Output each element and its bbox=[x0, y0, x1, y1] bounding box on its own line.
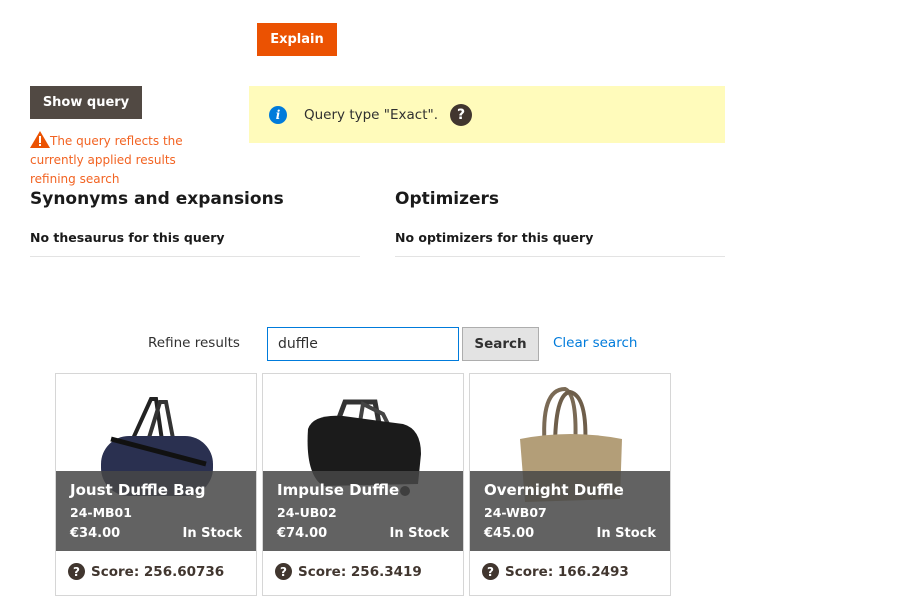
product-name[interactable]: Overnight Duffle bbox=[484, 481, 656, 499]
product-info: Overnight Duffle 24-WB07 €45.00 In Stock bbox=[470, 471, 670, 551]
product-name[interactable]: Joust Duffle Bag bbox=[70, 481, 242, 499]
notice-text: Query type "Exact". bbox=[304, 106, 438, 123]
product-card[interactable]: Impulse Duffle 24-UB02 €74.00 In Stock ? S… bbox=[262, 373, 464, 596]
product-score: ? Score: 256.60736 bbox=[68, 563, 224, 580]
explain-button[interactable]: Explain bbox=[257, 23, 337, 56]
product-price: €74.00 bbox=[277, 526, 328, 541]
synonyms-text: No thesaurus for this query bbox=[30, 230, 225, 245]
product-info: Joust Duffle Bag 24-MB01 €34.00 In Stock bbox=[56, 471, 256, 551]
optimizers-text: No optimizers for this query bbox=[395, 230, 594, 245]
divider bbox=[395, 256, 725, 257]
show-query-button[interactable]: Show query bbox=[30, 86, 142, 119]
clear-search-link[interactable]: Clear search bbox=[553, 335, 637, 351]
optimizers-title: Optimizers bbox=[395, 189, 500, 209]
score-text: Score: 256.60736 bbox=[91, 563, 225, 580]
product-sku: 24-MB01 bbox=[70, 505, 132, 520]
product-sku: 24-WB07 bbox=[484, 505, 547, 520]
refine-label: Refine results bbox=[148, 335, 240, 351]
stock-status: In Stock bbox=[596, 526, 656, 541]
product-info: Impulse Duffle 24-UB02 €74.00 In Stock bbox=[263, 471, 463, 551]
help-icon[interactable]: ? bbox=[68, 563, 85, 580]
warning-message: The query reflects the currently applied… bbox=[30, 131, 225, 189]
product-name[interactable]: Impulse Duffle bbox=[277, 481, 449, 499]
synonyms-title: Synonyms and expansions bbox=[30, 189, 284, 209]
refine-input[interactable]: duffle bbox=[267, 327, 459, 361]
score-text: Score: 166.2493 bbox=[505, 563, 629, 580]
product-sku: 24-UB02 bbox=[277, 505, 337, 520]
warning-icon bbox=[30, 131, 50, 148]
product-price: €34.00 bbox=[70, 526, 121, 541]
product-score: ? Score: 256.3419 bbox=[275, 563, 422, 580]
product-card[interactable]: Overnight Duffle 24-WB07 €45.00 In Stock … bbox=[469, 373, 671, 596]
score-text: Score: 256.3419 bbox=[298, 563, 422, 580]
info-icon: i bbox=[269, 105, 287, 124]
stock-status: In Stock bbox=[182, 526, 242, 541]
product-card[interactable]: Joust Duffle Bag 24-MB01 €34.00 In Stock … bbox=[55, 373, 257, 596]
help-icon[interactable]: ? bbox=[482, 563, 499, 580]
stock-status: In Stock bbox=[389, 526, 449, 541]
query-type-notice: i Query type "Exact". ? bbox=[249, 86, 725, 143]
product-score: ? Score: 166.2493 bbox=[482, 563, 629, 580]
help-icon[interactable]: ? bbox=[450, 103, 472, 126]
warning-text: The query reflects the currently applied… bbox=[30, 134, 183, 186]
product-price: €45.00 bbox=[484, 526, 535, 541]
help-icon[interactable]: ? bbox=[275, 563, 292, 580]
search-button[interactable]: Search bbox=[462, 327, 539, 361]
divider bbox=[30, 256, 360, 257]
